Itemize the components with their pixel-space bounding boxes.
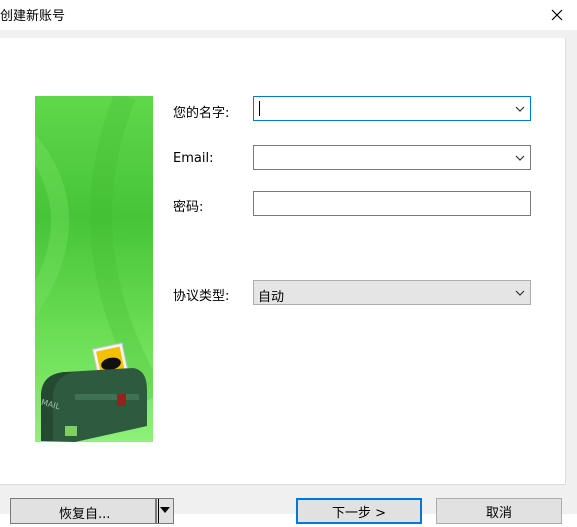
chevron-down-icon[interactable] bbox=[514, 287, 526, 299]
wizard-panel: MAIL 您的名字: Email: 密码: 协议类型: 自动 bbox=[0, 38, 566, 485]
chevron-down-icon[interactable] bbox=[514, 152, 526, 164]
dialog-client-area: MAIL 您的名字: Email: 密码: 协议类型: 自动 恢复自... 下一… bbox=[0, 30, 577, 524]
restore-dropdown-button[interactable] bbox=[156, 498, 174, 524]
name-label: 您的名字: bbox=[173, 106, 230, 121]
password-field[interactable] bbox=[253, 191, 531, 216]
caret-down-icon bbox=[158, 499, 170, 523]
close-icon bbox=[551, 9, 563, 21]
text-caret bbox=[259, 101, 260, 116]
email-label: Email: bbox=[173, 151, 214, 166]
restore-from-label: 恢复自... bbox=[59, 507, 111, 522]
cancel-button[interactable]: 取消 bbox=[436, 498, 562, 524]
next-button-label: 下一步 > bbox=[331, 505, 387, 521]
protocol-value: 自动 bbox=[258, 290, 285, 305]
wizard-banner-image: MAIL bbox=[35, 96, 153, 442]
restore-from-button[interactable]: 恢复自... bbox=[10, 498, 156, 524]
email-input[interactable] bbox=[258, 147, 508, 168]
mailbox-illustration bbox=[35, 96, 153, 442]
close-button[interactable] bbox=[537, 0, 577, 30]
name-input[interactable] bbox=[258, 98, 508, 119]
window-title: 创建新账号 bbox=[0, 9, 66, 24]
password-input[interactable] bbox=[258, 193, 508, 214]
next-button[interactable]: 下一步 > bbox=[296, 498, 422, 524]
name-combobox[interactable] bbox=[253, 96, 531, 121]
password-label: 密码: bbox=[173, 200, 204, 215]
protocol-select[interactable]: 自动 bbox=[253, 280, 531, 305]
protocol-label: 协议类型: bbox=[173, 289, 230, 304]
chevron-down-icon[interactable] bbox=[514, 103, 526, 115]
cancel-button-label: 取消 bbox=[485, 505, 512, 521]
email-combobox[interactable] bbox=[253, 145, 531, 170]
title-bar: 创建新账号 bbox=[0, 0, 577, 30]
